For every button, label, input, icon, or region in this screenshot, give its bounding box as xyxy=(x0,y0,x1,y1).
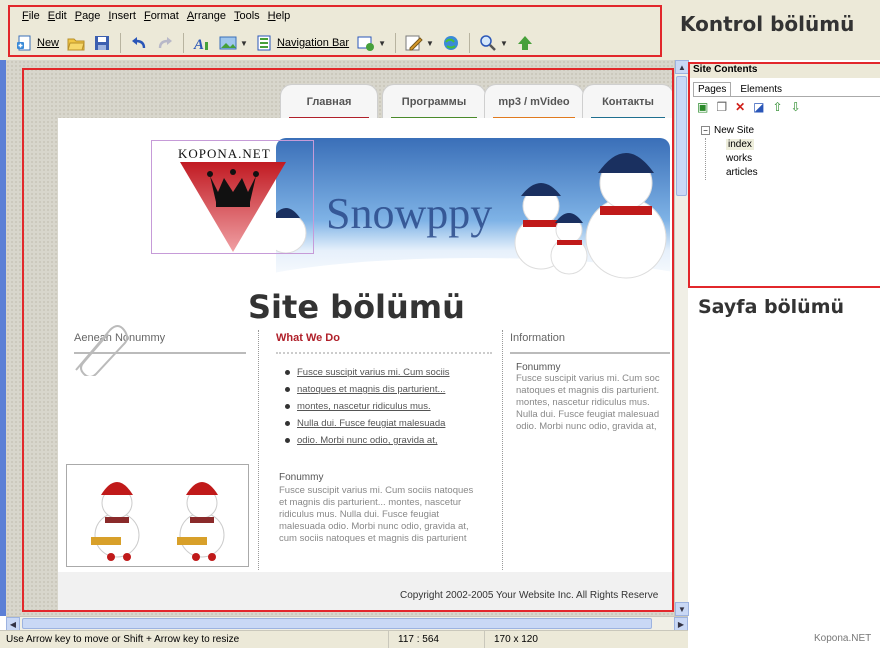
status-position: 117 : 564 xyxy=(398,634,439,645)
scroll-thumb[interactable] xyxy=(22,618,652,629)
control-section-frame xyxy=(8,5,662,57)
status-divider xyxy=(388,631,389,648)
site-section-frame xyxy=(22,68,674,612)
scroll-up-icon[interactable]: ▲ xyxy=(675,60,689,74)
scroll-down-icon[interactable]: ▼ xyxy=(675,602,689,616)
status-hint: Use Arrow key to move or Shift + Arrow k… xyxy=(6,634,240,645)
watermark-text: Kopona.NET xyxy=(814,633,872,644)
status-divider xyxy=(484,631,485,648)
status-bar: Use Arrow key to move or Shift + Arrow k… xyxy=(0,630,688,648)
page-section-label: Sayfa bölümü xyxy=(698,296,845,318)
page-section-frame xyxy=(688,62,880,288)
scroll-thumb[interactable] xyxy=(676,76,687,196)
horizontal-scrollbar[interactable]: ◀ ▶ xyxy=(6,616,688,631)
status-size: 170 x 120 xyxy=(494,634,538,645)
scroll-right-icon[interactable]: ▶ xyxy=(674,617,688,631)
vertical-scrollbar[interactable]: ▲ ▼ xyxy=(674,60,689,616)
control-section-label: Kontrol bölümü xyxy=(680,12,855,36)
scroll-left-icon[interactable]: ◀ xyxy=(6,617,20,631)
